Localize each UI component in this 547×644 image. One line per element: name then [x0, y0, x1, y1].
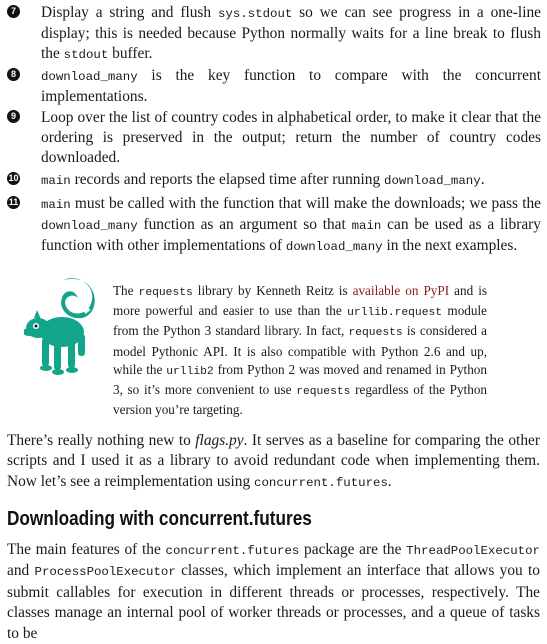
- callout-text: Loop over the list of country codes in a…: [41, 109, 541, 166]
- text-run: in the next examples.: [382, 237, 518, 254]
- text-run: Display a string and flush: [41, 4, 218, 21]
- callout-7: 7 Display a string and flush sys.stdout …: [7, 3, 541, 65]
- callout-text: main records and reports the elapsed tim…: [41, 170, 541, 191]
- code-download-many: download_many: [41, 70, 138, 84]
- text-run: function as an argument so that: [137, 216, 352, 233]
- callout-9: 9 Loop over the list of country codes in…: [7, 108, 541, 168]
- code-main: main: [41, 198, 71, 212]
- callout-8: 8 download_many is the key function to c…: [7, 66, 541, 107]
- paragraph-features: The main features of the concurrent.futu…: [7, 540, 540, 644]
- code-download-many: download_many: [285, 240, 383, 254]
- code-requests: requests: [296, 386, 351, 399]
- code-processpoolexecutor: ProcessPoolExecutor: [34, 565, 176, 580]
- code-concurrent-futures: concurrent.futures: [165, 544, 300, 558]
- text-run: package are the: [299, 541, 407, 558]
- callout-11: 11 main must be called with the function…: [7, 194, 541, 257]
- note-text: The requests library by Kenneth Reitz is…: [113, 282, 487, 419]
- code-concurrent-futures: concurrent.futures: [254, 475, 388, 490]
- callout-number-badge: 9: [7, 110, 20, 123]
- code-threadpoolexecutor: ThreadPoolExecutor: [406, 544, 540, 558]
- code-stdout: stdout: [63, 48, 109, 62]
- code-main: main: [351, 219, 382, 233]
- code-sys-stdout: sys.stdout: [217, 7, 293, 21]
- callout-number-badge: 11: [7, 196, 20, 209]
- text-run: records and reports the elapsed time aft…: [70, 171, 385, 188]
- text-run: .: [387, 472, 392, 490]
- code-urllib2: urllib2: [166, 365, 214, 378]
- callout-text: main must be called with the function th…: [41, 194, 541, 257]
- code-main: main: [41, 174, 71, 188]
- filename-flags-py: flags.py: [195, 432, 244, 449]
- code-urllib-request: urllib.request: [347, 307, 443, 320]
- pypi-link[interactable]: available on PyPI: [353, 283, 450, 298]
- text-run: There’s really nothing new to: [7, 432, 196, 449]
- code-download-many: download_many: [384, 174, 481, 188]
- code-requests: requests: [348, 327, 403, 340]
- text-run: library by Kenneth Reitz is: [192, 283, 353, 298]
- callout-number-badge: 8: [7, 68, 20, 81]
- callout-number-badge: 10: [7, 172, 20, 185]
- text-run: and: [7, 562, 35, 580]
- callout-number-badge: 7: [7, 5, 20, 18]
- paragraph-baseline: There’s really nothing new to flags.py. …: [7, 431, 540, 493]
- text-run: The main features of the: [7, 541, 166, 558]
- callout-10: 10 main records and reports the elapsed …: [7, 170, 541, 191]
- callout-text: Display a string and flush sys.stdout so…: [41, 3, 541, 65]
- section-heading: Downloading with concurrent.futures: [7, 508, 312, 530]
- text-run: buffer.: [108, 45, 153, 62]
- code-download-many: download_many: [41, 219, 138, 233]
- text-run: must be called with the function that wi…: [70, 195, 541, 212]
- code-requests: requests: [138, 287, 193, 299]
- lemur-icon: [23, 276, 96, 388]
- text-run: The: [113, 283, 139, 298]
- text-run: .: [480, 171, 485, 188]
- callout-text: download_many is the key function to com…: [41, 66, 541, 107]
